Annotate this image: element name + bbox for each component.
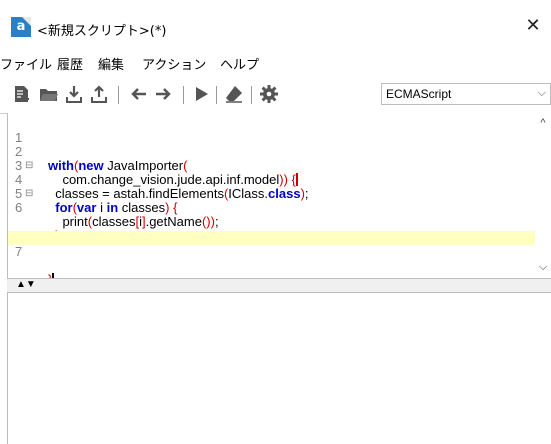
new-script-icon[interactable] — [12, 84, 32, 104]
code-line: 1 with(new JavaImporter( — [8, 117, 536, 173]
code-line: 5 print(classes[i].getName()); — [8, 173, 536, 229]
menu-file[interactable]: ファイル — [0, 54, 52, 73]
language-select[interactable]: ECMAScript ⌵ — [381, 83, 551, 105]
pane-splitter[interactable]: ▲▼ — [7, 278, 551, 293]
code-text: print(classes[i].getName()); — [48, 214, 219, 229]
scroll-up-icon[interactable]: ^ — [537, 117, 549, 129]
menu-history[interactable]: 履歴 — [57, 54, 83, 73]
language-value: ECMAScript — [386, 87, 452, 101]
menu-bar: ファイル 履歴 編集 アクション ヘルプ — [0, 48, 551, 78]
menu-help[interactable]: ヘルプ — [220, 54, 259, 73]
line-number: 7 — [15, 244, 23, 259]
redo-icon[interactable] — [154, 84, 174, 104]
window-title: <新規スクリプト>(*) — [37, 24, 167, 39]
toolbar-separator — [251, 86, 252, 104]
output-pane[interactable] — [7, 293, 551, 444]
menu-edit[interactable]: 編集 — [98, 54, 124, 73]
menu-action[interactable]: アクション — [142, 54, 206, 73]
run-icon[interactable] — [191, 84, 211, 104]
export-icon[interactable] — [89, 84, 109, 104]
code-line: 3 classes = astah.findElements(IClass.cl… — [8, 145, 536, 201]
code-text: for(var i in classes) { — [55, 200, 178, 215]
toolbar-separator — [118, 86, 119, 104]
toolbar-separator — [216, 86, 217, 104]
toolbar: ECMAScript ⌵ — [0, 78, 551, 114]
chevron-down-icon: ⌵ — [537, 87, 546, 99]
astah-app-icon: a — [11, 17, 31, 37]
settings-icon[interactable] — [259, 84, 279, 104]
script-editor[interactable]: 1 with(new JavaImporter( 2 ⊟ com.change_… — [7, 113, 551, 278]
close-button[interactable]: ✕ — [519, 14, 547, 38]
clear-icon[interactable] — [224, 84, 244, 104]
line-number: 6 — [15, 200, 23, 215]
title-bar: a <新規スクリプト>(*) ✕ — [0, 0, 551, 48]
split-arrows-icon[interactable]: ▲▼ — [16, 279, 36, 290]
scroll-down-icon[interactable]: ⌵ — [537, 261, 549, 273]
code-line: 2 ⊟ com.change_vision.jude.api.inf.model… — [8, 131, 536, 187]
import-icon[interactable] — [64, 84, 84, 104]
undo-icon[interactable] — [128, 84, 148, 104]
open-folder-icon[interactable] — [39, 84, 59, 104]
code-line: 6 } — [8, 187, 536, 243]
code-line-current: 7 } — [8, 231, 536, 278]
toolbar-separator — [183, 86, 184, 104]
code-line: 4 ⊟ for(var i in classes) { — [8, 159, 536, 215]
editor-scrollbar[interactable]: ^ ⌵ — [535, 113, 551, 278]
